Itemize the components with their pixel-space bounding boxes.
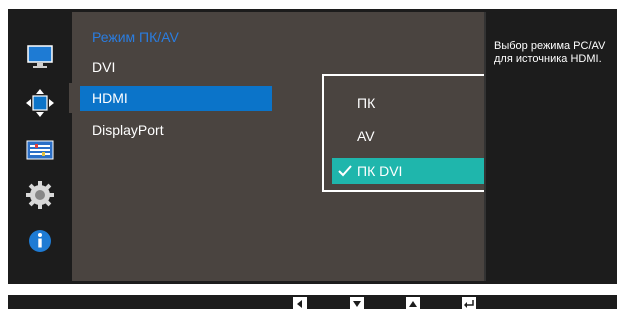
submenu-item-label: AV [357,128,375,144]
panel-title: Режим ПК/AV [92,29,179,45]
main-menu-panel: Режим ПК/AV DVI HDMI DisplayPort ПК AV П… [72,12,532,281]
sidebar [8,9,72,284]
gear-icon[interactable] [25,180,55,210]
help-text: Выбор режима PC/AV для источника HDMI. [494,40,606,65]
menu-item-hdmi[interactable]: HDMI [80,86,272,111]
monitor-icon[interactable] [25,42,55,72]
enter-key-icon[interactable] [462,297,476,309]
info-icon[interactable] [25,226,55,256]
up-key-icon[interactable] [406,297,420,309]
menu-item-dvi[interactable]: DVI [92,59,115,75]
key-guide-bar [8,295,617,309]
help-panel: Выбор режима PC/AV для источника HDMI. [484,12,617,281]
down-key-icon[interactable] [350,297,364,309]
position-size-icon[interactable] [25,88,55,118]
checkmark-icon [338,158,352,184]
settings-bars-icon[interactable] [25,135,55,165]
submenu-item-label: ПК DVI [357,163,403,179]
osd-menu: Режим ПК/AV DVI HDMI DisplayPort ПК AV П… [8,9,617,284]
left-key-icon[interactable] [293,297,307,309]
submenu-item-label: ПК [357,95,376,111]
menu-item-displayport[interactable]: DisplayPort [92,122,164,138]
